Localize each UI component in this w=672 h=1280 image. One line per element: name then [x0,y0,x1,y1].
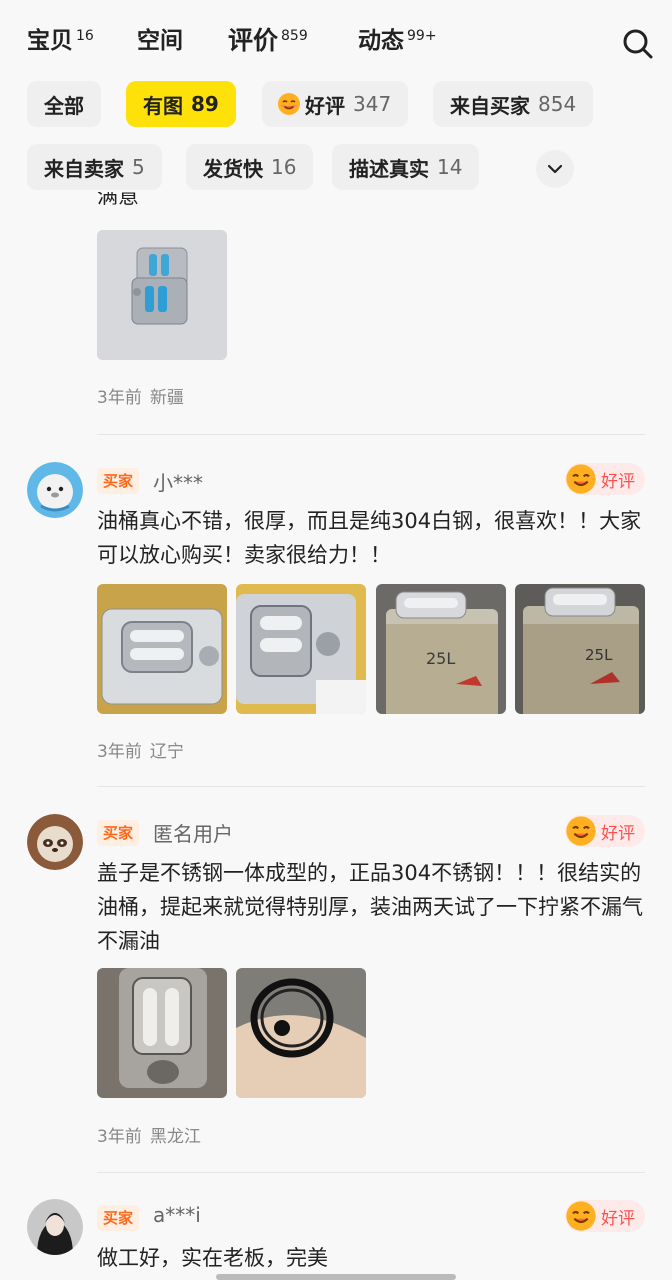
rating-label: 好评 [601,1208,635,1229]
review-text-partial: 满意 [97,192,139,208]
tab-activity-count: 99+ [407,28,437,44]
tab-activity-label: 动态 [358,28,404,54]
tab-reviews-label: 评价 [228,26,279,55]
filter-from-buyers-label: 来自买家 [450,93,530,118]
photo-can-25l: 25L [376,584,506,714]
filter-positive[interactable]: 好评 347 [262,81,409,127]
review-location: 黑龙江 [149,1127,201,1147]
review-photo[interactable] [97,230,227,360]
photo-can-handle [236,584,366,714]
review-photo[interactable] [236,968,366,1098]
review-meta: 3年前 辽宁 [97,737,184,762]
review-divider [97,786,645,787]
review-text: 油桶真心不错，很厚，而且是纯304白钢，很喜欢！！大家可以放心购买！卖家很给力！… [97,509,642,567]
filter-accurate-description-count: 14 [437,155,463,179]
filter-fast-shipping-count: 16 [271,155,297,179]
chevron-down-icon [547,164,563,174]
review-divider [97,1172,645,1173]
tab-space[interactable]: 空间 [137,22,183,60]
review-photo[interactable]: 25L [376,584,506,714]
filter-from-sellers-label: 来自卖家 [44,156,124,181]
tab-items-count: 16 [76,28,94,44]
review-meta: 3年前 新疆 [97,383,184,408]
photo-mini-cans [97,230,227,360]
review-divider [97,434,645,435]
avatar-sloth-image [27,814,83,870]
avatar-seal-image [27,462,83,518]
tab-space-label: 空间 [137,28,183,54]
smile-emoji-icon [566,1201,596,1231]
filter-from-buyers-count: 854 [538,92,577,116]
tab-activity[interactable]: 动态 99+ [358,22,437,60]
tab-reviews-count: 859 [281,28,308,44]
review-photo[interactable] [97,584,227,714]
capacity-label: 25L [426,649,455,668]
review-text: 盖子是不锈钢一体成型的，正品304不锈钢！！！很结实的油桶，提起来就觉得特别厚，… [97,861,643,953]
top-tab-bar: 宝贝 16 空间 评价 859 动态 99+ [0,0,672,82]
review-photo[interactable]: 25L [515,584,645,714]
capacity-label: 25L [585,646,613,664]
review-photo[interactable] [236,584,366,714]
smile-emoji-icon [566,464,596,494]
rating-label: 好评 [601,471,635,492]
tab-items[interactable]: 宝贝 16 [27,22,94,60]
tab-reviews[interactable]: 评价 859 [228,22,308,60]
review-time: 3年前 [97,1127,142,1147]
filter-from-sellers[interactable]: 来自卖家 5 [27,144,162,190]
photo-can-top [97,584,227,714]
buyer-badge: 买家 [97,820,140,846]
filter-positive-count: 347 [353,92,392,116]
filter-with-photos[interactable]: 有图 89 [126,81,236,127]
positive-rating-badge: 好评 [565,815,645,847]
review-text: 做工好，实在老板，完美 [97,1246,328,1270]
review-photo[interactable] [97,968,227,1098]
filter-with-photos-count: 89 [191,92,219,116]
filter-all[interactable]: 全部 [27,81,101,127]
filter-fast-shipping-label: 发货快 [203,156,263,181]
rating-label: 好评 [601,823,635,844]
avatar-portrait-image [27,1199,83,1255]
review-location: 新疆 [149,388,184,408]
review-feed[interactable]: 满意 3年前 新疆 买家 小*** 好评 油桶真心不错，很厚，而且是纯304白钢… [0,192,672,1280]
review-time: 3年前 [97,388,142,408]
review-location: 辽宁 [149,742,184,762]
reviewer-name: 小*** [153,471,203,495]
filter-from-sellers-count: 5 [132,155,145,179]
avatar[interactable] [27,814,83,870]
photo-can-25l-side: 25L [515,584,645,714]
avatar[interactable] [27,462,83,518]
filter-positive-label: 好评 [305,93,345,118]
filter-all-label: 全部 [44,93,84,118]
home-indicator[interactable] [216,1274,456,1280]
filter-with-photos-label: 有图 [143,93,183,118]
filter-accurate-description-label: 描述真实 [349,156,429,181]
photo-rubber-gasket [236,968,366,1098]
filter-fast-shipping[interactable]: 发货快 16 [186,144,314,190]
search-icon[interactable] [622,28,654,60]
reviewer-name: a***i [153,1203,201,1227]
positive-rating-badge: 好评 [565,1200,645,1232]
photo-can-cap [97,968,227,1098]
avatar[interactable] [27,1199,83,1255]
buyer-badge: 买家 [97,1205,140,1231]
filter-accurate-description[interactable]: 描述真实 14 [332,144,480,190]
positive-rating-badge: 好评 [565,463,645,495]
buyer-badge: 买家 [97,468,140,494]
review-time: 3年前 [97,742,142,762]
smile-emoji-icon [566,816,596,846]
tab-items-label: 宝贝 [27,28,73,54]
review-meta: 3年前 黑龙江 [97,1122,201,1147]
reviewer-name: 匿名用户 [153,822,233,846]
smile-emoji-icon [278,93,300,115]
filter-from-buyers[interactable]: 来自买家 854 [433,81,594,127]
expand-filters-button[interactable] [536,150,574,188]
